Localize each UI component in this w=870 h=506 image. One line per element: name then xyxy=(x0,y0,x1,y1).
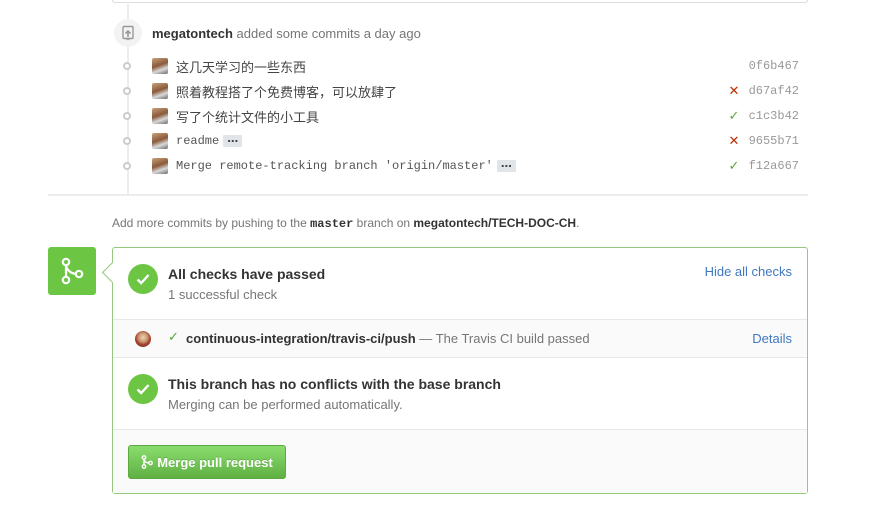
commit-message-link[interactable]: 照着教程搭了个免费博客，可以放肆了 xyxy=(176,82,397,101)
push-time: a day ago xyxy=(363,25,421,41)
push-author-link[interactable]: megatontech xyxy=(152,26,233,41)
commit-row: 照着教程搭了个免费博客，可以放肆了 ✕ d67af42 xyxy=(121,81,801,101)
commit-message-link[interactable]: readme xyxy=(176,134,219,148)
ci-check-text: continuous-integration/travis-ci/push — … xyxy=(186,331,590,346)
push-event-text: megatontech added some commits a day ago xyxy=(152,26,421,41)
check-icon: ✓ xyxy=(168,330,179,345)
conflicts-title: This branch has no conflicts with the ba… xyxy=(168,376,501,392)
git-merge-icon xyxy=(141,455,154,469)
commit-sha-link[interactable]: 0f6b467 xyxy=(749,59,799,73)
avatar[interactable] xyxy=(152,133,168,149)
avatar[interactable] xyxy=(152,108,168,124)
travis-ci-avatar xyxy=(135,331,151,347)
commit-row: Merge remote-tracking branch 'origin/mas… xyxy=(121,156,801,176)
x-icon[interactable]: ✕ xyxy=(727,134,741,149)
repo-push-icon xyxy=(114,19,142,47)
hint-middle: branch on xyxy=(356,216,411,230)
ci-check-row: ✓ continuous-integration/travis-ci/push … xyxy=(113,319,807,358)
commit-message-link[interactable]: Merge remote-tracking branch 'origin/mas… xyxy=(176,159,493,173)
commit-sha-link[interactable]: f12a667 xyxy=(749,159,799,173)
check-icon xyxy=(128,374,158,404)
commit-dot-icon xyxy=(121,60,133,72)
merge-button-label: Merge pull request xyxy=(157,454,273,470)
check-icon xyxy=(128,264,158,294)
timeline-divider xyxy=(48,194,808,196)
commit-row: 这几天学习的一些东西 0f6b467 xyxy=(121,56,801,76)
merge-actions: Merge pull request xyxy=(113,429,807,493)
expand-commit-button[interactable]: … xyxy=(223,133,243,147)
check-icon[interactable]: ✓ xyxy=(727,109,741,124)
avatar[interactable] xyxy=(152,83,168,99)
push-hint: Add more commits by pushing to the maste… xyxy=(112,216,579,231)
commit-sha-link[interactable]: c1c3b42 xyxy=(749,109,799,123)
hint-prefix: Add more commits by pushing to the xyxy=(112,216,307,230)
details-link[interactable]: Details xyxy=(752,331,792,346)
avatar[interactable] xyxy=(152,58,168,74)
previous-timeline-box xyxy=(112,0,808,3)
merge-pull-request-button[interactable]: Merge pull request xyxy=(128,445,286,479)
commit-dot-icon xyxy=(121,110,133,122)
hint-repo-name: megatontech/TECH-DOC-CH xyxy=(413,216,577,230)
checks-title: All checks have passed xyxy=(168,266,326,282)
push-event-header: megatontech added some commits a day ago xyxy=(114,19,421,47)
check-icon[interactable]: ✓ xyxy=(727,159,741,174)
ci-check-separator: — xyxy=(415,331,436,346)
x-icon[interactable]: ✕ xyxy=(727,84,741,99)
checks-summary: All checks have passed 1 successful chec… xyxy=(113,248,807,319)
git-merge-icon xyxy=(48,247,96,295)
hint-branch-name: master xyxy=(310,217,354,231)
commit-sha-link[interactable]: 9655b71 xyxy=(749,134,799,148)
commit-sha-link[interactable]: d67af42 xyxy=(749,84,799,98)
avatar[interactable] xyxy=(152,158,168,174)
commit-dot-icon xyxy=(121,135,133,147)
ci-check-description: The Travis CI build passed xyxy=(435,331,590,346)
commit-row: readme … ✕ 9655b71 xyxy=(121,131,801,151)
merge-panel: All checks have passed 1 successful chec… xyxy=(112,247,808,494)
expand-commit-button[interactable]: … xyxy=(496,158,516,172)
commit-row: 写了个统计文件的小工具 ✓ c1c3b42 xyxy=(121,106,801,126)
push-action: added some commits xyxy=(236,25,361,41)
commit-dot-icon xyxy=(121,85,133,97)
commit-dot-icon xyxy=(121,160,133,172)
conflicts-subtitle: Merging can be performed automatically. xyxy=(168,397,403,412)
commit-message-link[interactable]: 写了个统计文件的小工具 xyxy=(176,107,319,126)
checks-subtitle: 1 successful check xyxy=(168,287,278,302)
conflicts-status: This branch has no conflicts with the ba… xyxy=(113,358,807,429)
commit-message-link[interactable]: 这几天学习的一些东西 xyxy=(176,57,306,76)
hint-suffix: . xyxy=(576,216,580,230)
ci-check-name: continuous-integration/travis-ci/push xyxy=(186,331,416,346)
hide-all-checks-link[interactable]: Hide all checks xyxy=(705,264,792,279)
